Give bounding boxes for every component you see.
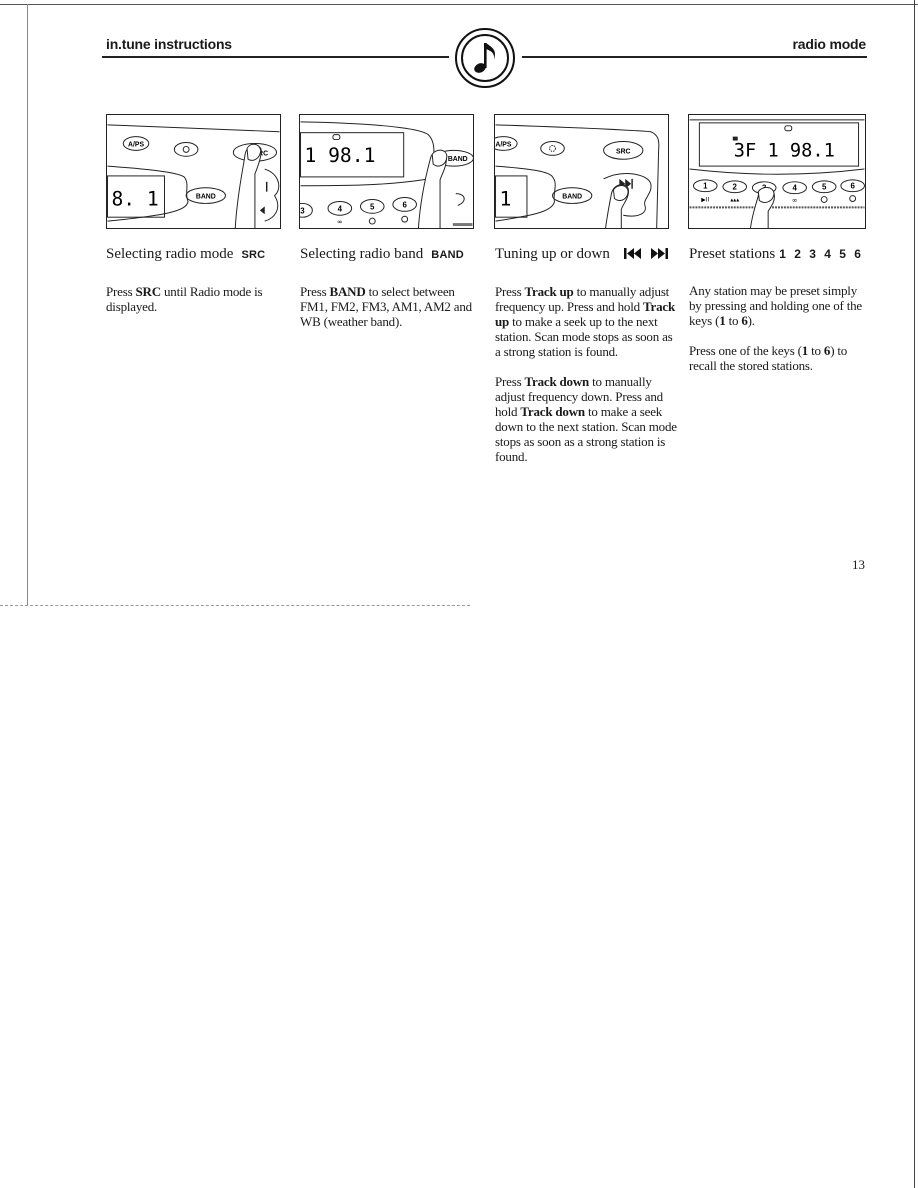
page-edge-top (0, 4, 918, 5)
emphasized-text: Track up (524, 284, 574, 299)
body-text: to (725, 313, 742, 328)
emphasized-text: SRC (135, 284, 162, 299)
page-number: 13 (852, 557, 865, 572)
section-paragraph: Press SRC until Radio mode is displayed. (106, 284, 288, 314)
preset-keys-label: 1 2 3 4 5 6 (779, 247, 861, 261)
section-tuning-up-or-down: Tuning up or down Press Track up to manu… (495, 244, 677, 479)
header-left-title: in.tune instructions (106, 36, 232, 52)
illustration-preset-buttons: 3F 1 98.1 1 2 3 4 5 6 ▶II ▴▴▴ ∞ (688, 114, 866, 229)
track-next-icon (650, 245, 668, 265)
body-text: Press (300, 284, 330, 299)
section-heading: Selecting radio band BAND (300, 244, 482, 265)
section-paragraph: Press one of the keys (1 to 6) to recall… (689, 343, 871, 373)
emphasized-text: Track down (524, 374, 590, 389)
lcd-display: 1 98.1 (304, 144, 375, 167)
body-text: to (808, 343, 824, 358)
emphasized-text: Track down (520, 404, 585, 419)
button-label: 4 (338, 204, 343, 213)
button-label: BAND (448, 156, 468, 163)
track-previous-icon (623, 245, 642, 265)
svg-text:∞: ∞ (337, 218, 343, 226)
button-label: 6 (850, 182, 855, 191)
section-preset-stations: Preset stations 1 2 3 4 5 6 Any station m… (689, 244, 871, 388)
section-heading: Tuning up or down (495, 244, 677, 265)
body-text: Press (106, 284, 136, 299)
section-paragraph: Any station may be preset simply by pres… (689, 283, 871, 328)
button-label: BAND (196, 194, 216, 201)
button-label: 3 (300, 206, 305, 215)
body-text: Press one of the keys ( (689, 343, 802, 358)
body-text: Press (495, 374, 525, 389)
section-selecting-radio-mode: Selecting radio mode SRC Press SRC until … (106, 244, 288, 329)
section-heading: Selecting radio mode SRC (106, 244, 288, 265)
section-heading-text: Tuning up or down (495, 246, 610, 262)
body-text: to make a seek up to the next station. S… (495, 314, 673, 359)
button-label: 6 (402, 200, 407, 209)
page-edge-left (27, 4, 28, 606)
body-text: Any station may be preset simply by pres… (689, 283, 863, 328)
button-label: BAND (562, 194, 582, 201)
button-label: 2 (733, 183, 738, 192)
section-paragraph: Press Track up to manually adjust freque… (495, 284, 677, 359)
header-rule-right (522, 56, 867, 58)
button-label: SRC (616, 148, 631, 155)
svg-text:▶II: ▶II (701, 197, 709, 203)
button-label: 5 (370, 202, 375, 211)
body-text: ). (747, 313, 755, 328)
lcd-display: 3F 1 98.1 (734, 140, 835, 161)
section-selecting-radio-band: Selecting radio band BAND Press BAND to s… (300, 244, 482, 344)
emphasized-text: BAND (329, 284, 366, 299)
body-text: Press (495, 284, 525, 299)
page-edge-right (914, 0, 915, 1188)
section-paragraph: Press Track down to manually adjust freq… (495, 374, 677, 464)
button-label: A/PS (495, 141, 511, 148)
button-label: A/PS (128, 141, 144, 148)
button-label: 1 (703, 182, 708, 191)
svg-text:▴▴▴: ▴▴▴ (730, 197, 739, 203)
illustration-src-button: A/PS SRC 8. 1 BAND (106, 114, 281, 229)
section-heading-text: Selecting radio mode (106, 246, 234, 262)
src-key-label: SRC (241, 249, 266, 261)
header-right-title: radio mode (792, 36, 867, 52)
music-note-icon (453, 26, 517, 90)
section-paragraph: Press BAND to select between FM1, FM2, F… (300, 284, 482, 329)
illustration-track-buttons: A/PS SRC 1 BAND (494, 114, 669, 229)
header-rule-left (102, 56, 449, 58)
page-edge-bottom (0, 605, 470, 606)
illustration-band-button: 1 98.1 BAND 3 4 5 6 ∞ (299, 114, 474, 229)
button-label: 5 (822, 183, 827, 192)
section-heading-text: Preset stations (689, 246, 776, 262)
section-heading-text: Selecting radio band (300, 246, 424, 262)
button-label: 4 (792, 184, 797, 193)
lcd-display: 8. 1 (111, 187, 158, 210)
lcd-display: 1 (499, 187, 511, 210)
svg-text:∞: ∞ (792, 196, 798, 204)
section-heading: Preset stations 1 2 3 4 5 6 (689, 244, 871, 264)
band-key-label: BAND (431, 249, 464, 261)
